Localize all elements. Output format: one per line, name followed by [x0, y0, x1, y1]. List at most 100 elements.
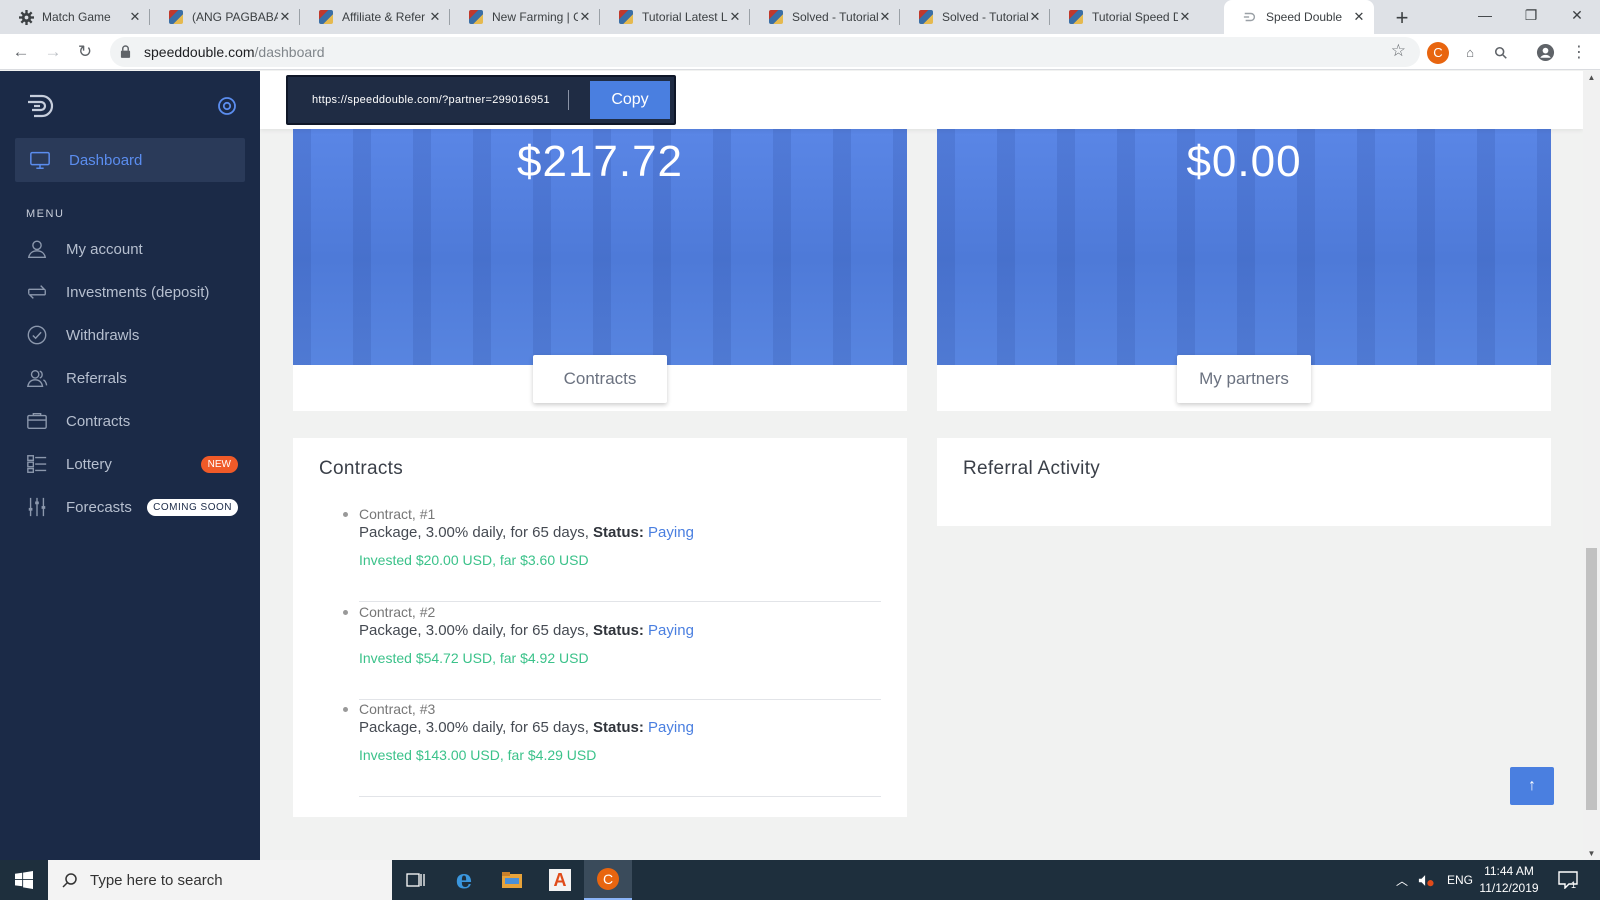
sidebar-item-label: Forecasts	[66, 498, 132, 516]
list-item: Contract, #2 Package, 3.00% daily, for 6…	[343, 602, 881, 700]
contract-name: Contract, #2	[359, 604, 436, 620]
close-window-button[interactable]: ✕	[1554, 0, 1600, 30]
contract-invested: Invested $54.72 USD, far $4.92 USD	[359, 650, 589, 666]
browser-tab[interactable]: Solved - Tutorial ✕	[900, 0, 1050, 34]
close-icon[interactable]: ✕	[878, 9, 892, 25]
browser-tab[interactable]: Affiliate & Refer ✕	[300, 0, 450, 34]
volume-icon[interactable]	[1418, 860, 1434, 900]
close-icon[interactable]: ✕	[278, 9, 292, 25]
user-icon	[27, 240, 47, 258]
sidebar-item-withdrawls[interactable]: Withdrawls	[26, 320, 250, 350]
contract-invested: Invested $20.00 USD, far $3.60 USD	[359, 552, 589, 568]
cube-icon	[768, 9, 784, 25]
contracts-button[interactable]: Contracts	[533, 355, 667, 403]
my-partners-button[interactable]: My partners	[1177, 355, 1311, 403]
browser-tab[interactable]: Solved - Tutorial ✕	[750, 0, 900, 34]
sidebar-item-lottery[interactable]: Lottery NEW	[26, 449, 250, 479]
browser-c-icon[interactable]: C	[584, 860, 632, 900]
referral-activity-card: Referral Activity	[937, 438, 1551, 526]
home-icon[interactable]: ⌂	[1459, 42, 1481, 64]
close-icon[interactable]: ✕	[728, 9, 742, 25]
referral-link[interactable]: https://speeddouble.com/?partner=2990169…	[312, 94, 550, 106]
taskbar-search-input[interactable]: Type here to search	[48, 860, 392, 900]
browser-tab[interactable]: (ANG PAGBABA ✕	[150, 0, 300, 34]
sidebar: Dashboard MENU My account Investments (d…	[0, 71, 260, 860]
profile-icon[interactable]	[1534, 42, 1556, 64]
extension-c-icon[interactable]: C	[1427, 42, 1449, 64]
arrow-up-icon: ↑	[1528, 777, 1536, 794]
sidebar-item-investments[interactable]: Investments (deposit)	[26, 277, 250, 307]
contracts-title: Contracts	[319, 458, 404, 479]
browser-tab[interactable]: New Farming | G ✕	[450, 0, 600, 34]
browser-tab[interactable]: Tutorial Latest Lu ✕	[600, 0, 750, 34]
scrollbar-thumb[interactable]	[1586, 548, 1597, 810]
search-icon[interactable]	[1490, 42, 1512, 64]
minimize-button[interactable]: —	[1462, 0, 1508, 30]
speeddouble-icon	[1242, 9, 1258, 25]
cube-icon	[468, 9, 484, 25]
app-a-icon[interactable]: A	[536, 860, 584, 900]
file-explorer-icon[interactable]	[488, 860, 536, 900]
scroll-to-top-button[interactable]: ↑	[1510, 767, 1554, 805]
sidebar-item-label: Lottery	[66, 455, 112, 473]
new-tab-button[interactable]: +	[1390, 5, 1414, 31]
url-path: /dashboard	[254, 44, 325, 60]
close-icon[interactable]: ✕	[578, 9, 592, 25]
exchange-icon	[28, 285, 46, 299]
tab-title: (ANG PAGBABA	[192, 10, 278, 24]
tab-title: Tutorial Latest Lu	[642, 10, 728, 24]
close-icon[interactable]: ✕	[1352, 9, 1366, 25]
show-hidden-icons-chevron-icon[interactable]: ︿	[1396, 860, 1408, 900]
balance-value: $217.72	[516, 137, 684, 186]
tab-title: Affiliate & Refer	[342, 10, 426, 24]
bookmark-star-icon[interactable]: ☆	[1391, 41, 1406, 61]
coming-soon-badge: COMING SOON	[147, 498, 238, 516]
list-item: Contract, #1 Package, 3.00% daily, for 6…	[343, 504, 881, 602]
page-scrollbar[interactable]: ▲ ▼	[1583, 71, 1600, 860]
clock-time: 11:44 AM	[1484, 864, 1534, 878]
back-arrow-icon[interactable]: ←	[8, 40, 34, 64]
address-bar: ← → ↻ speeddouble.com/dashboard ☆ C ⌂ ⋮	[0, 34, 1600, 70]
browser-tab-active[interactable]: Speed Double ✕	[1224, 0, 1374, 34]
sidebar-item-contracts[interactable]: Contracts	[26, 406, 250, 436]
new-badge: NEW	[200, 455, 238, 473]
close-icon[interactable]: ✕	[428, 9, 442, 25]
contract-package: Package, 3.00% daily, for 65 days, Statu…	[359, 524, 694, 541]
cube-icon	[918, 9, 934, 25]
sidebar-item-label: Investments (deposit)	[66, 283, 210, 301]
scroll-up-arrow-icon[interactable]: ▲	[1583, 73, 1600, 82]
forward-arrow-icon[interactable]: →	[40, 40, 66, 64]
contract-name: Contract, #1	[359, 506, 436, 522]
referral-link-box: https://speeddouble.com/?partner=2990169…	[286, 75, 676, 125]
task-view-icon[interactable]	[392, 860, 440, 900]
windows-start-icon[interactable]	[0, 860, 48, 900]
sidebar-item-dashboard[interactable]: Dashboard	[15, 138, 245, 182]
sliders-icon	[28, 497, 46, 517]
sidebar-item-forecasts[interactable]: Forecasts COMING SOON	[26, 492, 250, 522]
close-icon[interactable]: ✕	[1178, 9, 1192, 25]
restore-button[interactable]: ❐	[1508, 0, 1554, 30]
more-menu-icon[interactable]: ⋮	[1568, 42, 1590, 64]
browser-tab[interactable]: Match Game ✕	[0, 0, 150, 34]
users-icon	[26, 369, 48, 387]
url-field[interactable]: speeddouble.com/dashboard ☆	[110, 37, 1420, 67]
sidebar-item-my-account[interactable]: My account	[26, 234, 250, 264]
settings-icon[interactable]	[217, 96, 237, 116]
sidebar-item-referrals[interactable]: Referrals	[26, 363, 250, 393]
notification-center-icon[interactable]: 1	[1558, 860, 1578, 900]
close-icon[interactable]: ✕	[128, 9, 142, 25]
logo-icon[interactable]	[26, 93, 58, 119]
contract-package: Package, 3.00% daily, for 65 days, Statu…	[359, 719, 694, 736]
list-item: Contract, #3 Package, 3.00% daily, for 6…	[343, 699, 881, 797]
contracts-card: Contracts Contract, #1 Package, 3.00% da…	[293, 438, 907, 817]
browser-tab[interactable]: Tutorial Speed D ✕	[1050, 0, 1200, 34]
tab-title: Tutorial Speed D	[1092, 10, 1178, 24]
reload-icon[interactable]: ↻	[72, 40, 98, 64]
cube-icon	[318, 9, 334, 25]
partners-banner: $0.00	[937, 129, 1551, 365]
scroll-down-arrow-icon[interactable]: ▼	[1583, 849, 1600, 858]
system-clock[interactable]: 11:44 AM 11/12/2019	[1470, 863, 1548, 897]
close-icon[interactable]: ✕	[1028, 9, 1042, 25]
edge-browser-icon[interactable]: e	[440, 860, 488, 900]
copy-button[interactable]: Copy	[590, 81, 670, 119]
